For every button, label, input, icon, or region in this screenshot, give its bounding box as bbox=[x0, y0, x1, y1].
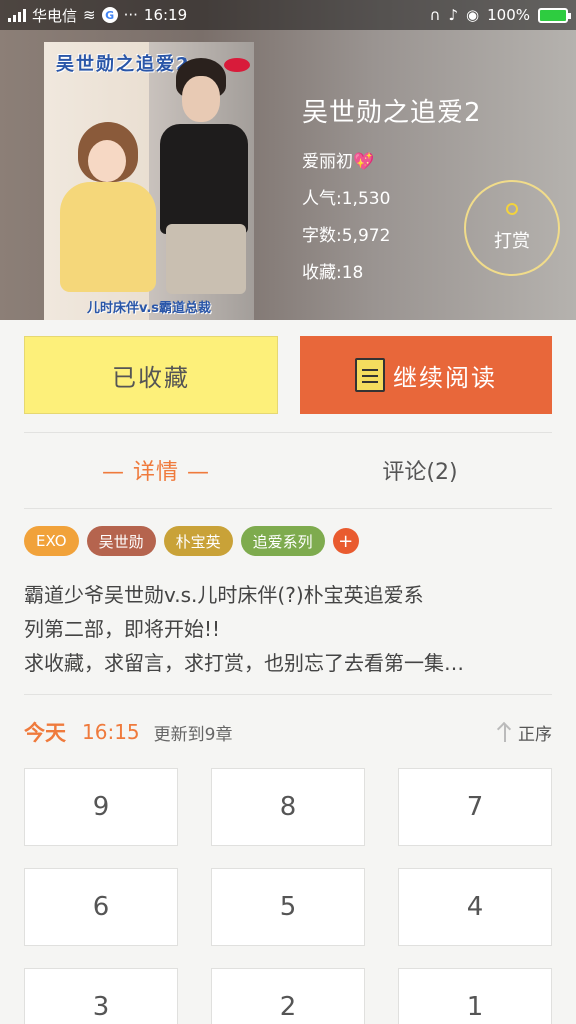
divider bbox=[24, 508, 552, 509]
chapter-button[interactable]: 1 bbox=[398, 968, 552, 1024]
book-cover[interactable]: 吴世勋之追爱2 儿时床伴v.s霸道总裁 bbox=[44, 42, 254, 320]
tag-exo[interactable]: EXO bbox=[24, 526, 79, 556]
book-icon bbox=[355, 358, 385, 392]
description-line: 列第二部，即将开始!! bbox=[24, 617, 221, 641]
google-icon: G bbox=[101, 7, 118, 23]
tag-wu-shixun[interactable]: 吴世勋 bbox=[86, 526, 156, 556]
update-chapter-text: 更新到9章 bbox=[153, 724, 233, 745]
description-line: 霸道少爷吴世勋v.s.儿时床伴(?)朴宝英追爱系 bbox=[24, 583, 424, 607]
cover-girl-illustration bbox=[56, 122, 156, 292]
wifi-icon: ≋ bbox=[83, 6, 96, 24]
coin-icon bbox=[506, 203, 518, 215]
chapter-button[interactable]: 9 bbox=[24, 768, 178, 846]
add-tag-button[interactable]: + bbox=[332, 528, 359, 554]
description-line: 求收藏，求留言，求打赏，也别忘了去看第一集… bbox=[24, 651, 464, 675]
chapter-grid: 9 8 7 6 5 4 3 2 1 bbox=[24, 768, 552, 1024]
book-author[interactable]: 爱丽初💖 bbox=[302, 147, 482, 172]
sort-order-button[interactable]: 正序 bbox=[498, 720, 552, 745]
cover-boy-illustration bbox=[156, 54, 252, 294]
battery-percent: 100% bbox=[487, 6, 530, 24]
chapter-button[interactable]: 5 bbox=[211, 868, 365, 946]
tab-comments[interactable]: 评论(2) bbox=[288, 432, 552, 508]
book-title: 吴世勋之追爱2 bbox=[302, 98, 482, 128]
detail-tabs: — 详情 — 评论(2) bbox=[24, 432, 552, 508]
chapter-button[interactable]: 7 bbox=[398, 768, 552, 846]
battery-icon bbox=[538, 7, 571, 23]
book-favorites: 收藏:18 bbox=[302, 263, 364, 283]
update-day: 今天 bbox=[24, 721, 66, 745]
action-bar: 已收藏 继续阅读 bbox=[24, 336, 552, 414]
tag-series[interactable]: 追爱系列 bbox=[240, 526, 325, 556]
book-word-count: 字数:5,972 bbox=[302, 226, 391, 246]
cover-subtitle: 儿时床伴v.s霸道总裁 bbox=[86, 301, 212, 316]
chapter-button[interactable]: 2 bbox=[211, 968, 365, 1024]
tab-details[interactable]: — 详情 — bbox=[24, 432, 288, 508]
update-time: 16:15 bbox=[82, 720, 140, 744]
book-popularity: 人气:1,530 bbox=[302, 189, 391, 209]
sort-label: 正序 bbox=[518, 724, 552, 745]
signal-icon bbox=[8, 8, 26, 22]
headset-icon: ∩ bbox=[429, 6, 441, 24]
carrier-name: 华电信 bbox=[32, 6, 78, 25]
chapter-button[interactable]: 6 bbox=[24, 868, 178, 946]
tip-button[interactable]: 打赏 bbox=[464, 180, 560, 276]
notification-dots-icon: ··· bbox=[123, 6, 138, 24]
status-bar: 华电信 ≋ G ··· 16:19 ∩ ♪ ◉ 100% bbox=[0, 0, 576, 30]
eye-icon: ◉ bbox=[466, 6, 480, 24]
update-info: 今天 16:15 更新到9章 正序 bbox=[24, 712, 552, 752]
continue-reading-label: 继续阅读 bbox=[393, 363, 497, 392]
chapter-button[interactable]: 4 bbox=[398, 868, 552, 946]
book-header: 吴世勋之追爱2 儿时床伴v.s霸道总裁 吴世勋之追爱2 爱丽初💖 人气:1,53… bbox=[0, 0, 576, 320]
tag-park-boyoung[interactable]: 朴宝英 bbox=[163, 526, 233, 556]
divider bbox=[24, 694, 552, 695]
status-time: 16:19 bbox=[143, 6, 188, 24]
arrow-up-icon bbox=[498, 722, 512, 742]
chapter-button[interactable]: 3 bbox=[24, 968, 178, 1024]
book-info: 吴世勋之追爱2 爱丽初💖 人气:1,530 字数:5,972 收藏:18 bbox=[302, 92, 482, 295]
tip-label: 打赏 bbox=[494, 231, 530, 252]
tag-list: EXO 吴世勋 朴宝英 追爱系列 + bbox=[24, 526, 359, 556]
chapter-button[interactable]: 8 bbox=[211, 768, 365, 846]
mute-bell-icon: ♪ bbox=[448, 6, 459, 24]
continue-reading-button[interactable]: 继续阅读 bbox=[300, 336, 552, 414]
favorite-button[interactable]: 已收藏 bbox=[24, 336, 278, 414]
book-description[interactable]: 霸道少爷吴世勋v.s.儿时床伴(?)朴宝英追爱系 列第二部，即将开始!! 求收藏… bbox=[24, 578, 554, 680]
